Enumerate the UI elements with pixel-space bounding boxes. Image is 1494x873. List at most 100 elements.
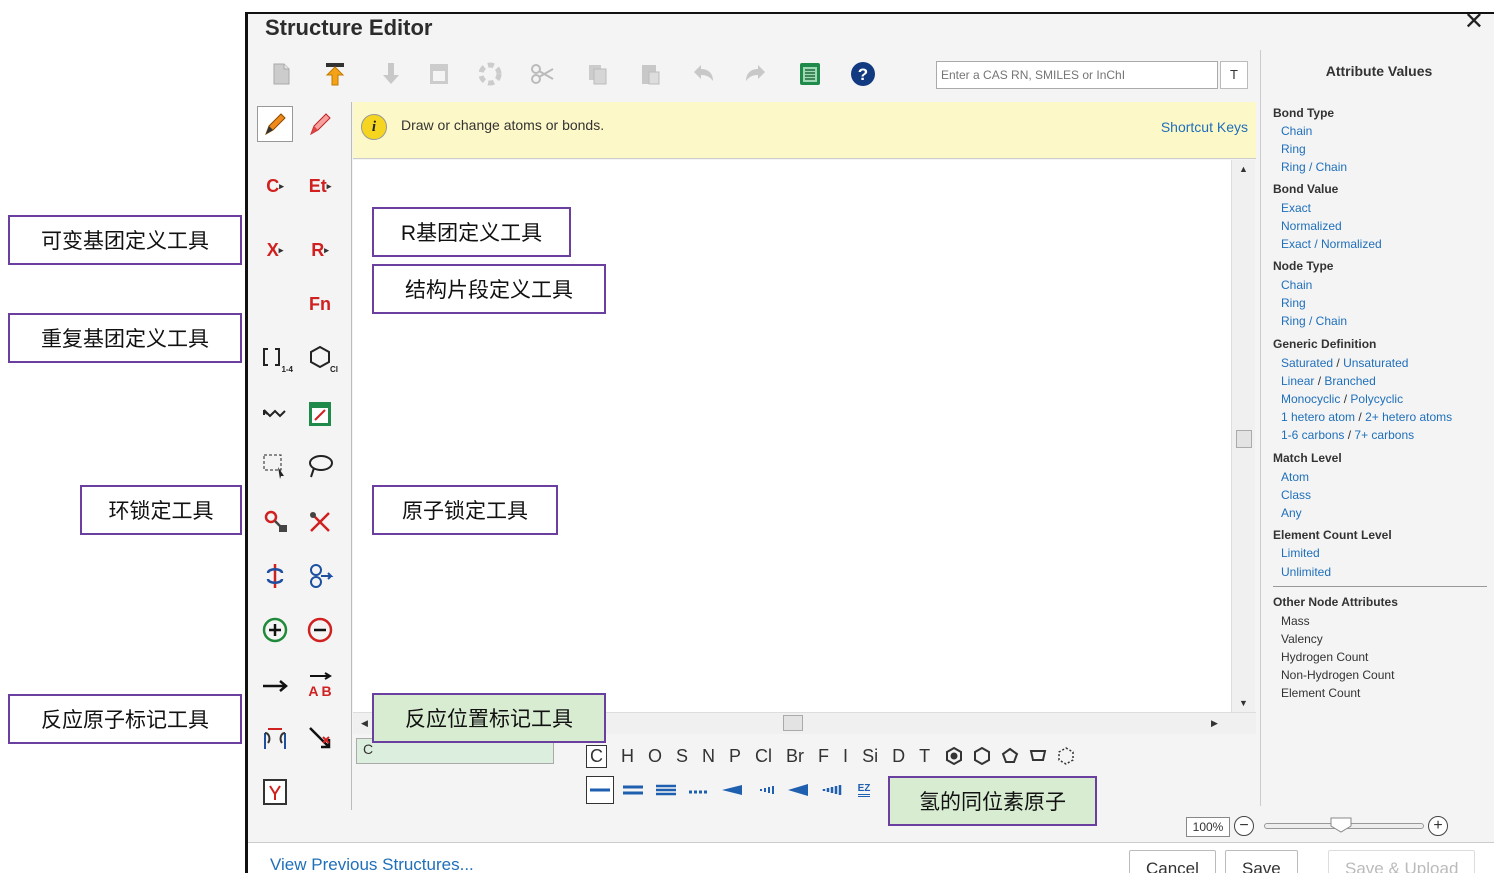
- reaction-atom-mark-icon[interactable]: [257, 720, 293, 756]
- structure-search-input[interactable]: [936, 61, 1218, 89]
- bond-value-normalized[interactable]: Normalized: [1281, 219, 1342, 233]
- element-s[interactable]: S: [676, 746, 688, 767]
- one-hetero-option[interactable]: 1 hetero atom: [1281, 410, 1355, 424]
- element-t[interactable]: T: [919, 746, 930, 767]
- other-valency[interactable]: Valency: [1281, 632, 1323, 646]
- lasso-select-icon[interactable]: [302, 448, 338, 484]
- paste-icon[interactable]: [635, 58, 665, 90]
- scroll-down-arrow-icon[interactable]: ▼: [1239, 698, 1248, 708]
- charge-minus-icon[interactable]: [302, 612, 338, 648]
- bond-type-ring-chain[interactable]: Ring / Chain: [1281, 160, 1347, 174]
- bold-hashed-bond-icon[interactable]: [817, 776, 845, 804]
- element-d[interactable]: D: [892, 746, 905, 767]
- draw-pencil-icon[interactable]: [257, 106, 293, 142]
- node-type-chain[interactable]: Chain: [1281, 278, 1312, 292]
- bond-value-exact[interactable]: Exact: [1281, 201, 1311, 215]
- low-carbon-option[interactable]: 1-6 carbons: [1281, 428, 1344, 442]
- scroll-up-arrow-icon[interactable]: ▲: [1239, 164, 1248, 174]
- scroll-right-arrow-icon[interactable]: ▶: [1211, 718, 1218, 729]
- element-p[interactable]: P: [729, 746, 741, 767]
- close-icon[interactable]: ✕: [1464, 14, 1484, 36]
- unsaturated-option[interactable]: Unsaturated: [1343, 356, 1408, 370]
- triple-bond-icon[interactable]: [652, 776, 680, 804]
- horizontal-scroll-thumb[interactable]: [783, 715, 803, 731]
- node-type-ring-chain[interactable]: Ring / Chain: [1281, 314, 1347, 328]
- ez-bond-icon[interactable]: EZ: [850, 776, 878, 804]
- undo-icon[interactable]: [688, 58, 718, 90]
- element-count-unlimited[interactable]: Unlimited: [1281, 565, 1331, 579]
- list-icon[interactable]: [795, 58, 825, 90]
- bond-type-chain[interactable]: Chain: [1281, 124, 1312, 138]
- erase-pencil-icon[interactable]: [302, 106, 338, 142]
- hashed-bond-icon[interactable]: [751, 776, 779, 804]
- zoom-slider-thumb[interactable]: [1330, 817, 1352, 833]
- element-n[interactable]: N: [702, 746, 715, 767]
- square-ring-icon[interactable]: [1028, 746, 1048, 766]
- redo-icon[interactable]: [741, 58, 771, 90]
- charge-plus-icon[interactable]: [257, 612, 293, 648]
- atom-lock-icon[interactable]: [302, 504, 338, 540]
- element-f[interactable]: F: [818, 746, 829, 767]
- other-hydrogen-count[interactable]: Hydrogen Count: [1281, 650, 1368, 664]
- element-h[interactable]: H: [621, 746, 634, 767]
- saturated-option[interactable]: Saturated: [1281, 356, 1333, 370]
- reaction-arrow-icon[interactable]: [257, 668, 293, 704]
- variable-group-tool[interactable]: X ▸: [257, 232, 293, 268]
- new-icon[interactable]: [266, 58, 296, 90]
- hexagon-ring-icon[interactable]: [972, 746, 992, 766]
- shortcut-keys-link[interactable]: Shortcut Keys: [1161, 119, 1248, 135]
- linear-option[interactable]: Linear: [1281, 374, 1314, 388]
- vertical-scrollbar[interactable]: ▲ ▼: [1231, 160, 1255, 712]
- element-count-limited[interactable]: Limited: [1281, 546, 1320, 560]
- cancel-button[interactable]: Cancel: [1129, 850, 1216, 873]
- cut-icon[interactable]: [528, 58, 558, 90]
- save-button[interactable]: Save: [1225, 850, 1298, 873]
- element-c[interactable]: C: [586, 744, 607, 768]
- element-br[interactable]: Br: [786, 746, 804, 767]
- ethyl-tool[interactable]: Et ▸: [302, 168, 338, 204]
- fragment-tool[interactable]: Fn: [302, 286, 338, 322]
- chain-tool[interactable]: [257, 396, 293, 432]
- benzene-ring-icon[interactable]: [944, 746, 964, 766]
- bold-wedge-bond-icon[interactable]: [784, 776, 812, 804]
- help-icon[interactable]: ?: [848, 58, 878, 90]
- element-i[interactable]: I: [843, 746, 848, 767]
- single-bond-icon[interactable]: [586, 776, 614, 804]
- export-icon[interactable]: [376, 58, 406, 90]
- match-level-atom[interactable]: Atom: [1281, 470, 1309, 484]
- high-carbon-option[interactable]: 7+ carbons: [1354, 428, 1414, 442]
- charge-lock-icon[interactable]: [257, 558, 293, 594]
- double-bond-icon[interactable]: [619, 776, 647, 804]
- element-si[interactable]: Si: [862, 746, 878, 767]
- rectangle-select-icon[interactable]: [257, 448, 293, 484]
- text-search-button[interactable]: T: [1220, 61, 1248, 89]
- mapping-icon[interactable]: [302, 558, 338, 594]
- other-mass[interactable]: Mass: [1281, 614, 1310, 628]
- match-level-class[interactable]: Class: [1281, 488, 1311, 502]
- other-element-count[interactable]: Element Count: [1281, 686, 1360, 700]
- element-o[interactable]: O: [648, 746, 662, 767]
- clear-icon[interactable]: [424, 58, 454, 90]
- reaction-site-mark-icon[interactable]: [302, 720, 338, 756]
- custom-ring-icon[interactable]: [1056, 746, 1076, 766]
- reaction-role-tool[interactable]: AB: [302, 668, 338, 704]
- r-group-tool[interactable]: R ▸: [302, 232, 338, 268]
- scroll-left-arrow-icon[interactable]: ◀: [361, 718, 368, 729]
- zoom-in-icon[interactable]: +: [1428, 816, 1448, 836]
- any-bond-icon[interactable]: [685, 776, 713, 804]
- polycyclic-option[interactable]: Polycyclic: [1350, 392, 1403, 406]
- bond-type-ring[interactable]: Ring: [1281, 142, 1306, 156]
- node-type-ring[interactable]: Ring: [1281, 296, 1306, 310]
- other-non-hydrogen-count[interactable]: Non-Hydrogen Count: [1281, 668, 1394, 682]
- multi-hetero-option[interactable]: 2+ hetero atoms: [1365, 410, 1452, 424]
- branched-option[interactable]: Branched: [1324, 374, 1375, 388]
- repeat-group-tool[interactable]: 1-4: [257, 340, 293, 376]
- zoom-value[interactable]: 100%: [1186, 817, 1230, 837]
- vertical-scroll-thumb[interactable]: [1236, 430, 1252, 448]
- zoom-out-icon[interactable]: −: [1234, 816, 1254, 836]
- structure-import-icon[interactable]: [257, 774, 293, 810]
- carbon-tool[interactable]: C ▸: [257, 168, 293, 204]
- element-cl[interactable]: Cl: [755, 746, 772, 767]
- ring-lock-icon[interactable]: [257, 504, 293, 540]
- bond-value-exact-normalized[interactable]: Exact / Normalized: [1281, 237, 1382, 251]
